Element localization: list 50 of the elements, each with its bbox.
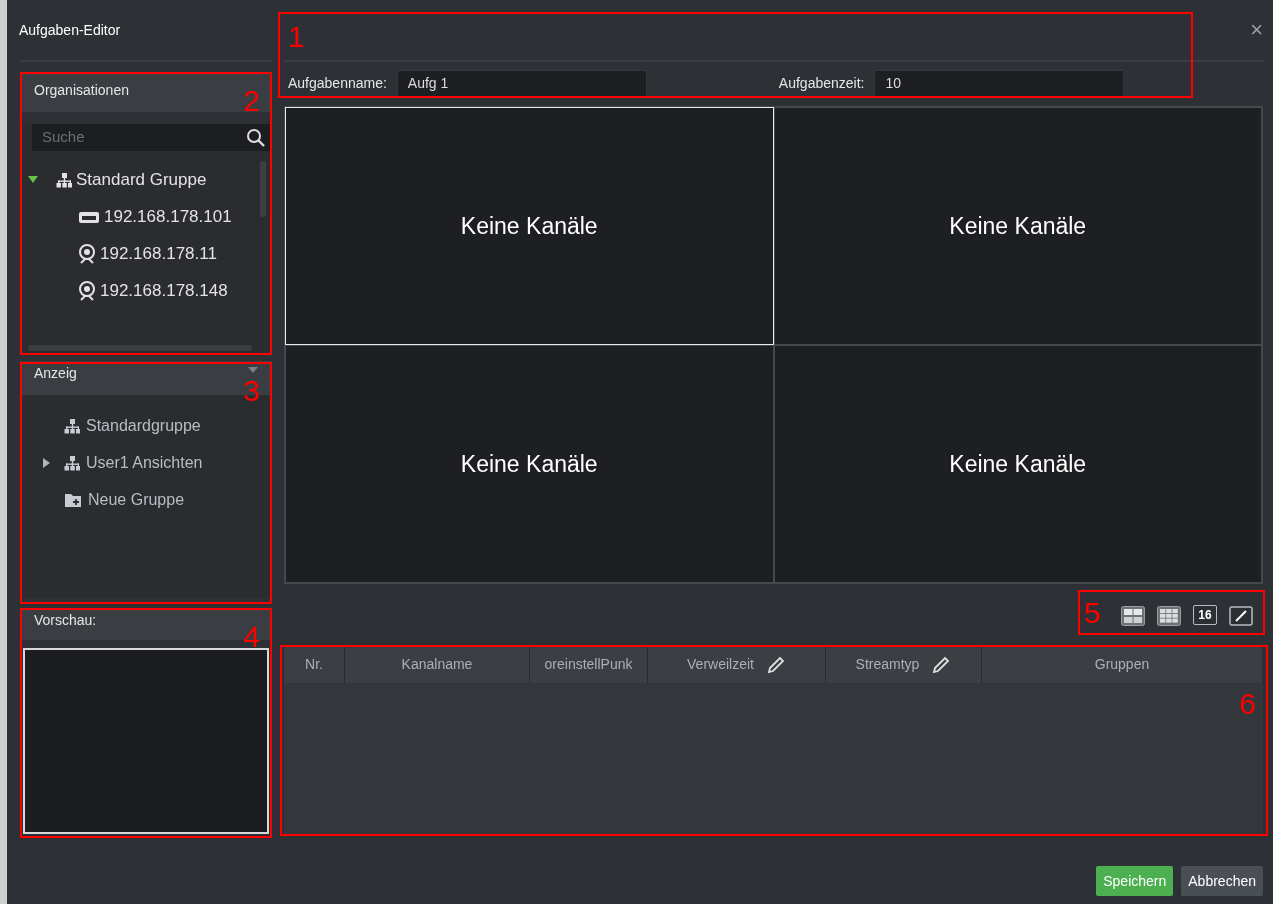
- cancel-button[interactable]: Abbrechen: [1181, 866, 1263, 896]
- column-header[interactable]: Streamtyp: [826, 646, 982, 683]
- window-title: Aufgaben-Editor: [19, 20, 121, 40]
- field-label: Aufgabenzeit:: [778, 73, 865, 93]
- column-header[interactable]: Verweilzeit: [648, 646, 826, 683]
- tree-item[interactable]: 192.168.178.101: [28, 198, 254, 235]
- input-field[interactable]: 10: [874, 69, 1125, 97]
- annotation-number: 3: [243, 376, 260, 406]
- tree-item[interactable]: Standardgruppe: [42, 407, 272, 444]
- column-header[interactable]: Gruppen: [982, 646, 1263, 683]
- field-label: Aufgabenname:: [288, 73, 387, 93]
- panel-title: Anzeig: [34, 364, 77, 383]
- grid-16-button[interactable]: 16: [1193, 605, 1217, 625]
- camera-icon: [78, 243, 96, 264]
- tree-item[interactable]: Neue Gruppe: [42, 481, 272, 518]
- video-cell[interactable]: Keine Kanäle: [285, 107, 774, 345]
- grid-4-button[interactable]: [1121, 604, 1145, 626]
- column-title: Streamtyp: [855, 655, 920, 674]
- column-header[interactable]: Kanalname: [345, 646, 530, 683]
- annotation-number: 5: [1084, 598, 1101, 628]
- panel-title: Organisationen: [34, 81, 129, 100]
- tree-item[interactable]: 192.168.178.148: [28, 272, 254, 309]
- hierarchy-icon: [64, 454, 80, 471]
- tree-item[interactable]: 192.168.178.11: [28, 235, 254, 272]
- close-button[interactable]: ×: [1250, 19, 1263, 41]
- annotation-number: 6: [1239, 689, 1256, 719]
- search-field[interactable]: Suche: [40, 125, 246, 150]
- video-cell[interactable]: Keine Kanäle: [285, 345, 774, 583]
- column-header[interactable]: oreinstellPunk: [530, 646, 648, 683]
- column-header[interactable]: Nr.: [284, 646, 345, 683]
- grid-9-button[interactable]: [1157, 604, 1181, 626]
- annotation-number: 2: [243, 86, 260, 116]
- dropdown-icon: [248, 367, 258, 373]
- edit-layout-button[interactable]: [1229, 604, 1253, 626]
- tree-item[interactable]: Standard Gruppe: [28, 161, 254, 198]
- video-cell[interactable]: Keine Kanäle: [773, 107, 1262, 345]
- hierarchy-icon: [64, 417, 80, 434]
- recorder-icon: [78, 209, 100, 224]
- search-icon: [246, 127, 266, 148]
- camera-icon: [78, 280, 96, 301]
- annotation-number: 1: [288, 22, 305, 52]
- search-box[interactable]: Suche: [32, 124, 272, 151]
- input-field[interactable]: Aufg 1: [396, 69, 647, 97]
- folder-add-icon: [64, 491, 82, 508]
- annotation-number: 4: [243, 622, 260, 652]
- column-title: Verweilzeit: [687, 655, 754, 674]
- video-cell[interactable]: Keine Kanäle: [773, 345, 1262, 583]
- tree-item[interactable]: User1 Ansichten: [42, 444, 272, 481]
- panel-title: Vorschau:: [34, 611, 97, 630]
- hierarchy-icon: [56, 171, 72, 188]
